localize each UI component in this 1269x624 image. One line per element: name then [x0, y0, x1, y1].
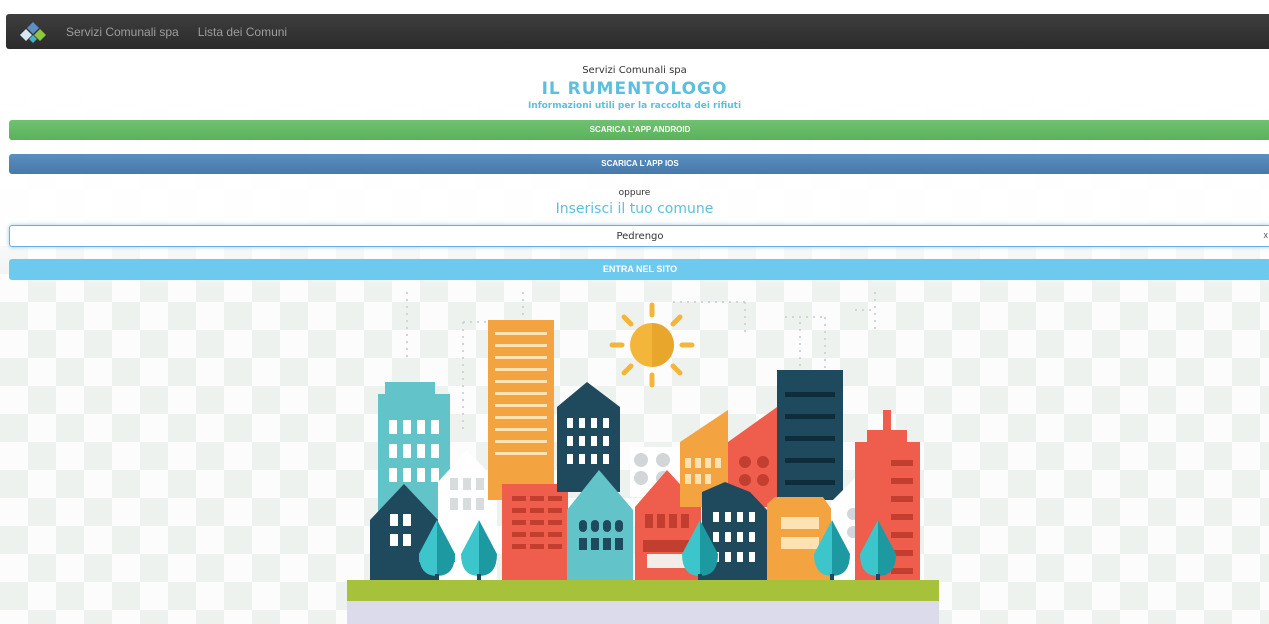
enter-site-button[interactable]: ENTRA NEL SITO [9, 259, 1269, 280]
comune-input[interactable] [10, 226, 1269, 247]
navbar: Servizi Comunali spa Lista dei Comuni [6, 14, 1269, 49]
diamond-logo-icon[interactable] [18, 21, 48, 43]
comune-prompt: Inserisci il tuo comune [555, 201, 714, 217]
page-title: IL RUMENTOLOGO [541, 79, 728, 99]
clear-input-icon[interactable]: x [1264, 230, 1269, 240]
nav-link-lista-comuni[interactable]: Lista dei Comuni [198, 25, 287, 39]
page-subtitle: Informazioni utili per la raccolta dei r… [527, 101, 742, 111]
comune-input-wrapper: x [9, 225, 1269, 247]
nav-link-servizi[interactable]: Servizi Comunali spa [66, 25, 179, 39]
company-name: Servizi Comunali spa [582, 65, 687, 76]
download-ios-button[interactable]: SCARICA L'APP IOS [9, 154, 1269, 174]
city-skyline-illustration [347, 292, 939, 624]
separator-text: oppure [618, 188, 651, 198]
download-android-button[interactable]: SCARICA L'APP ANDROID [9, 120, 1269, 140]
